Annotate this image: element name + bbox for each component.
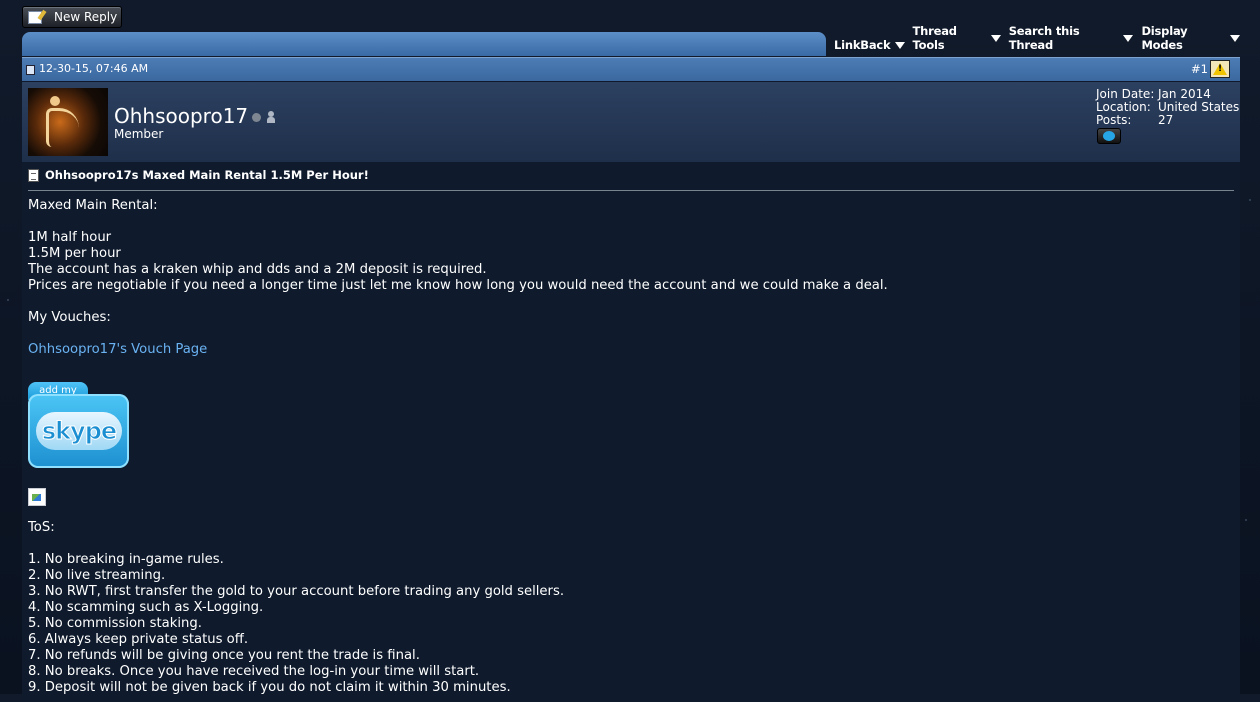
thread-menus: LinkBack Thread Tools Search this Thread… (826, 24, 1240, 56)
chevron-down-icon (1230, 34, 1240, 42)
user-profile-icon[interactable] (267, 111, 275, 123)
post-title: Ohhsoopro17s Maxed Main Rental 1.5M Per … (45, 168, 369, 182)
post-title-row: Ohhsoopro17s Maxed Main Rental 1.5M Per … (28, 168, 369, 182)
add-skype-badge[interactable]: add my skype (28, 382, 130, 470)
search-thread-menu[interactable]: Search this Thread (1009, 24, 1134, 52)
broken-image-icon (28, 488, 46, 506)
tos-item: 4. No scamming such as X-Logging. (28, 600, 264, 615)
tos-item: 1. No breaking in-game rules. (28, 552, 224, 567)
vouch-page-link[interactable]: Ohhsoopro17's Vouch Page (28, 342, 207, 357)
avatar[interactable] (28, 88, 108, 156)
post-content: Maxed Main Rental: 1M half hour 1.5M per… (28, 198, 888, 696)
post-count: 27 (1158, 113, 1174, 127)
tos-item: 6. Always keep private status off. (28, 632, 249, 647)
post-header: 12-30-15, 07:46 AM #1 (22, 57, 1240, 81)
user-title: Member (114, 127, 164, 141)
post-icon (26, 65, 35, 75)
new-reply-icon (28, 10, 42, 24)
tos-item: 8. No breaks. Once you have received the… (28, 664, 480, 679)
content-line: Maxed Main Rental: (28, 198, 158, 213)
chevron-down-icon (990, 34, 1001, 42)
content-line (28, 326, 888, 342)
thread-toolbar: LinkBack Thread Tools Search this Thread… (22, 24, 1240, 56)
new-reply-button[interactable]: New Reply (22, 6, 122, 28)
tos-heading: ToS: (28, 520, 55, 535)
content-line: 1M half hour (28, 230, 112, 245)
post-body: Ohhsoopro17s Maxed Main Rental 1.5M Per … (22, 162, 1240, 702)
display-modes-menu[interactable]: Display Modes (1141, 24, 1240, 52)
username-link[interactable]: Ohhsoopro17 (114, 104, 248, 128)
offline-status-icon (252, 113, 261, 122)
thread-tools-menu[interactable]: Thread Tools (913, 24, 1001, 52)
skype-logo-icon: skype (36, 412, 122, 450)
linkback-menu[interactable]: LinkBack (834, 38, 905, 52)
chevron-down-icon (894, 41, 905, 49)
document-icon (28, 168, 39, 182)
user-info-bar: Ohhsoopro17 Member Join Date: Jan 2014 Lo… (22, 82, 1240, 162)
tos-item: 5. No commission staking. (28, 616, 202, 631)
content-line (28, 214, 888, 230)
tos-item: 7. No refunds will be giving once you re… (28, 648, 420, 663)
new-reply-label: New Reply (54, 10, 118, 24)
content-line (28, 294, 888, 310)
report-post-icon[interactable] (1210, 60, 1230, 78)
content-line: 1.5M per hour (28, 246, 121, 261)
post-date: 12-30-15, 07:46 AM (39, 62, 149, 75)
content-line: The account has a kraken whip and dds an… (28, 262, 487, 277)
user-stats: Join Date: Jan 2014 Location: United State… (1096, 87, 1240, 127)
divider (28, 190, 1234, 191)
skype-icon[interactable] (1097, 128, 1121, 144)
content-line: Prices are negotiable if you need a long… (28, 278, 888, 293)
content-line: My Vouches: (28, 310, 111, 325)
chevron-down-icon (1123, 34, 1134, 42)
tos-item: 2. No live streaming. (28, 568, 166, 583)
post-number-link[interactable]: #1 (1191, 62, 1208, 76)
tos-item: 3. No RWT, first transfer the gold to yo… (28, 584, 565, 599)
